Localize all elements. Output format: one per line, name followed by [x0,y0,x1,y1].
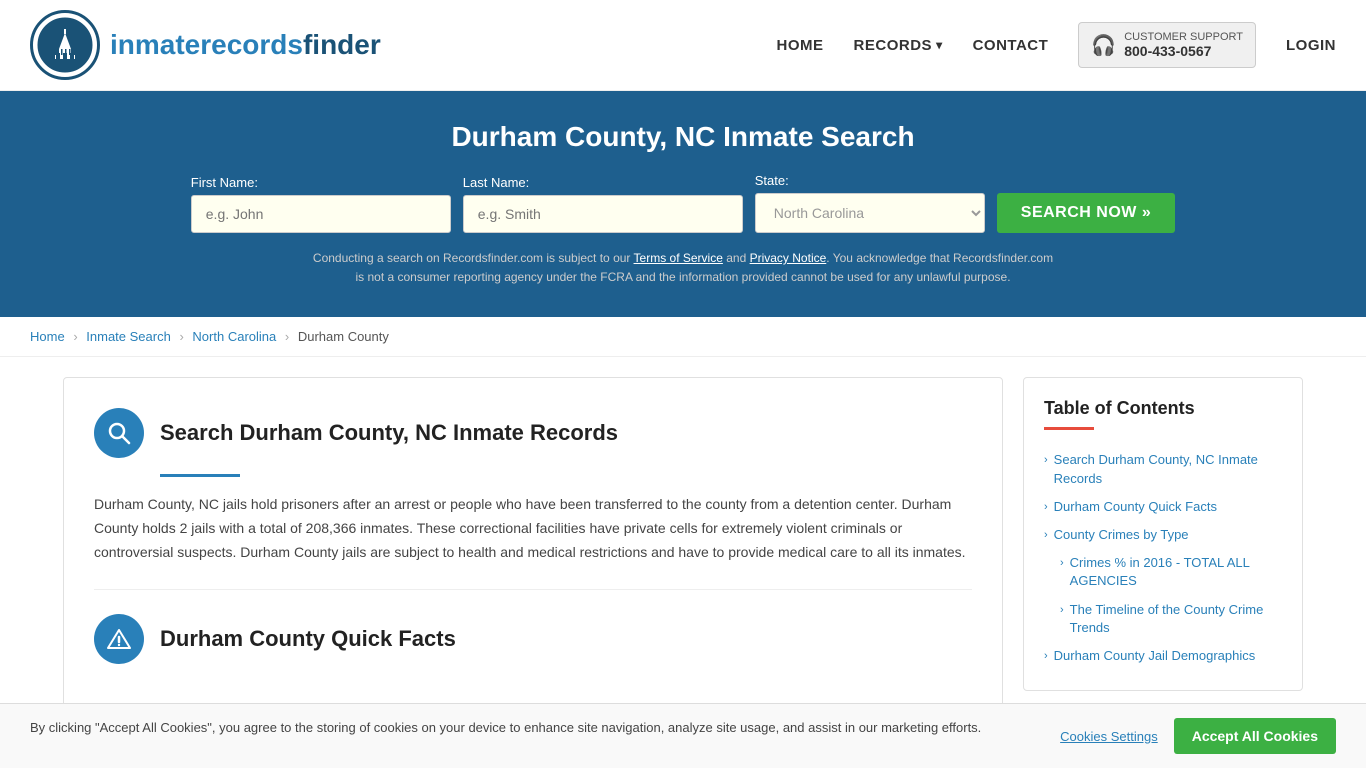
breadcrumb-sep-3: › [285,329,289,344]
site-name: inmaterecordsfinder [110,29,381,61]
toc-box: Table of Contents › Search Durham County… [1023,377,1303,691]
breadcrumb-north-carolina[interactable]: North Carolina [192,329,276,344]
section2-heading: Durham County Quick Facts [160,626,456,652]
section2-title: Durham County Quick Facts [94,614,972,664]
toc-item-4[interactable]: › Crimes % in 2016 - TOTAL ALL AGENCIES [1044,549,1282,595]
toc-item-1[interactable]: › Search Durham County, NC Inmate Record… [1044,446,1282,492]
toc-chevron-4: › [1060,556,1064,571]
nav-home[interactable]: HOME [777,37,824,54]
breadcrumb-sep-2: › [179,329,183,344]
disclaimer-text: Conducting a search on Recordsfinder.com… [308,249,1058,287]
toc-title: Table of Contents [1044,398,1282,419]
hero-section: Durham County, NC Inmate Search First Na… [0,91,1366,317]
cookie-actions: Cookies Settings Accept All Cookies [1060,718,1336,754]
headset-icon: 🎧 [1091,33,1116,58]
section1-title: Search Durham County, NC Inmate Records [94,408,972,458]
state-group: State: North Carolina [755,173,985,233]
breadcrumb-sep-1: › [73,329,77,344]
last-name-input[interactable] [463,195,743,233]
section1-underline [160,474,240,477]
search-form: First Name: Last Name: State: North Caro… [40,173,1326,233]
section1-heading: Search Durham County, NC Inmate Records [160,420,618,446]
main-nav: HOME RECORDS CONTACT 🎧 CUSTOMER SUPPORT … [777,22,1336,68]
toc-item-2[interactable]: › Durham County Quick Facts [1044,493,1282,521]
search-button[interactable]: SEARCH NOW » [997,193,1175,233]
toc-chevron-3: › [1044,528,1048,543]
nav-login[interactable]: LOGIN [1286,37,1336,54]
first-name-input[interactable] [191,195,451,233]
toc-chevron-6: › [1044,649,1048,664]
privacy-link[interactable]: Privacy Notice [750,251,827,265]
logo-icon [30,10,100,80]
section1-text: Durham County, NC jails hold prisoners a… [94,493,972,564]
customer-support-box[interactable]: 🎧 CUSTOMER SUPPORT 800-433-0567 [1078,22,1256,68]
nav-records[interactable]: RECORDS [854,37,943,54]
breadcrumb: Home › Inmate Search › North Carolina › … [0,317,1366,357]
support-label: CUSTOMER SUPPORT [1124,31,1243,43]
toc-item-5[interactable]: › The Timeline of the County Crime Trend… [1044,596,1282,642]
page-title: Durham County, NC Inmate Search [40,121,1326,153]
logo-area: inmaterecordsfinder [30,10,381,80]
first-name-label: First Name: [191,175,258,190]
toc-item-6[interactable]: › Durham County Jail Demographics [1044,642,1282,670]
breadcrumb-home[interactable]: Home [30,329,65,344]
toc-item-3[interactable]: › County Crimes by Type [1044,521,1282,549]
breadcrumb-current: Durham County [298,329,389,344]
toc-chevron-2: › [1044,500,1048,515]
toc-underline [1044,427,1094,430]
cookie-banner: By clicking "Accept All Cookies", you ag… [0,703,1366,768]
content-area: Search Durham County, NC Inmate Records … [63,377,1003,710]
support-number: 800-433-0567 [1124,43,1243,59]
accept-cookies-button[interactable]: Accept All Cookies [1174,718,1336,754]
alert-circle-icon [94,614,144,664]
nav-contact[interactable]: CONTACT [973,37,1049,54]
cookie-text: By clicking "Accept All Cookies", you ag… [30,718,1040,738]
last-name-group: Last Name: [463,175,743,233]
state-select[interactable]: North Carolina [755,193,985,233]
toc-chevron-5: › [1060,603,1064,618]
breadcrumb-inmate-search[interactable]: Inmate Search [86,329,171,344]
toc-chevron-1: › [1044,453,1048,468]
main-content: Search Durham County, NC Inmate Records … [43,377,1323,710]
sidebar: Table of Contents › Search Durham County… [1023,377,1303,710]
last-name-label: Last Name: [463,175,529,190]
first-name-group: First Name: [191,175,451,233]
cookies-settings-button[interactable]: Cookies Settings [1060,729,1158,744]
state-label: State: [755,173,789,188]
site-header: inmaterecordsfinder HOME RECORDS CONTACT… [0,0,1366,91]
search-circle-icon [94,408,144,458]
section-divider [94,589,972,590]
tos-link[interactable]: Terms of Service [634,251,723,265]
